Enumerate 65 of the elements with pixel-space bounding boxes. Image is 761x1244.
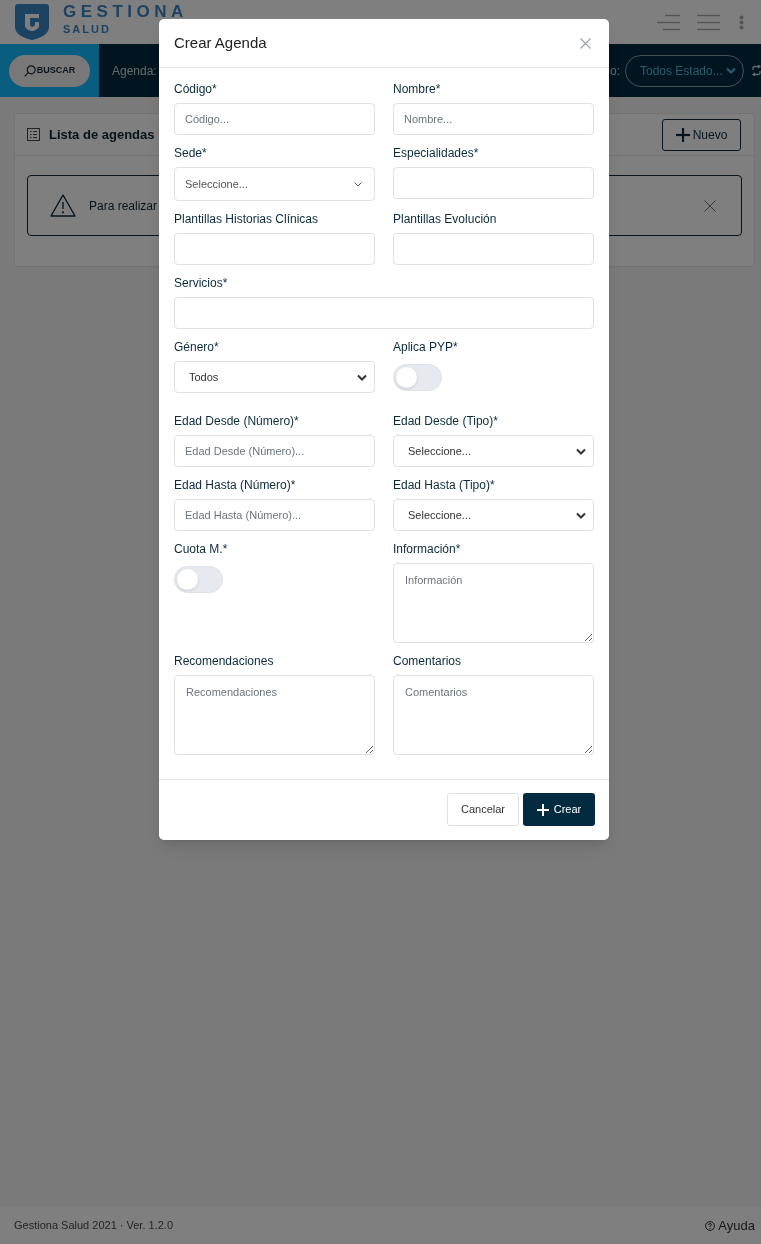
- more-vertical-icon[interactable]: [739, 14, 744, 30]
- field-label: Información*: [393, 541, 461, 557]
- select-field[interactable]: Seleccione...: [174, 167, 375, 201]
- text-input[interactable]: Edad Desde (Número)...: [174, 435, 375, 467]
- close-icon[interactable]: [580, 37, 591, 49]
- modal-title: Crear Agenda: [174, 32, 267, 53]
- help-icon: [705, 1220, 716, 1231]
- field-label: Plantillas Evolución: [393, 211, 497, 227]
- alert-text: Para realizar: [89, 197, 158, 215]
- create-button[interactable]: Crear: [523, 793, 595, 826]
- chevron-down-icon: [357, 373, 367, 381]
- field-label: Recomendaciones: [174, 653, 274, 669]
- text-input[interactable]: Edad Hasta (Número)...: [174, 499, 375, 531]
- logo-title: GESTIONA: [63, 3, 188, 20]
- help-link[interactable]: Ayuda: [705, 1215, 755, 1236]
- close-icon[interactable]: [704, 199, 716, 212]
- version-text: Gestiona Salud 2021 · Ver. 1.2.0: [14, 1218, 173, 1234]
- field-label: Cuota M.*: [174, 541, 228, 557]
- field-label: Edad Desde (Tipo)*: [393, 413, 498, 429]
- toggle-switch[interactable]: [393, 364, 442, 391]
- select-field[interactable]: Todos: [174, 361, 375, 393]
- warning-icon: [50, 194, 76, 217]
- text-input[interactable]: Nombre...: [393, 103, 594, 135]
- text-input[interactable]: [393, 167, 594, 199]
- field-label: Especialidades*: [393, 145, 479, 161]
- chevron-down-icon: [726, 67, 736, 74]
- field-label: Comentarios: [393, 653, 462, 669]
- select-field[interactable]: Seleccione...: [393, 499, 594, 531]
- new-button[interactable]: Nuevo: [662, 118, 741, 151]
- list-icon: [27, 128, 40, 141]
- toggle-switch[interactable]: [174, 566, 223, 593]
- logo-subtitle: SALUD: [63, 23, 112, 35]
- text-area[interactable]: Comentarios: [393, 675, 594, 755]
- menu-icon[interactable]: [697, 13, 720, 31]
- status-label: o:: [610, 62, 620, 80]
- plus-icon: [536, 803, 549, 816]
- agenda-label: Agenda:: [112, 62, 157, 80]
- cancel-button[interactable]: Cancelar: [447, 793, 519, 826]
- search-icon: [23, 64, 36, 77]
- field-label: Edad Hasta (Tipo)*: [393, 477, 495, 493]
- field-label: Género*: [174, 339, 219, 355]
- plus-icon: [675, 127, 690, 142]
- field-label: Servicios*: [174, 275, 228, 291]
- text-input[interactable]: Código...: [174, 103, 375, 135]
- field-label: Plantillas Historias Clínicas: [174, 211, 319, 227]
- card-title: Lista de agendas: [49, 125, 155, 144]
- align-right-icon[interactable]: [657, 13, 680, 31]
- chevron-down-icon: [576, 447, 586, 455]
- chevron-down-icon: [354, 181, 362, 187]
- shield-logo-icon: [14, 3, 50, 41]
- text-area[interactable]: Recomendaciones: [174, 675, 375, 755]
- refresh-icon[interactable]: [752, 65, 761, 76]
- field-label: Sede*: [174, 145, 207, 161]
- text-input[interactable]: [393, 233, 594, 265]
- field-label: Edad Desde (Número)*: [174, 413, 299, 429]
- select-field[interactable]: Seleccione...: [393, 435, 594, 467]
- field-label: Código*: [174, 81, 217, 97]
- field-label: Aplica PYP*: [393, 339, 458, 355]
- text-input[interactable]: [174, 233, 375, 265]
- text-area[interactable]: Información: [393, 563, 594, 643]
- field-label: Edad Hasta (Número)*: [174, 477, 296, 493]
- text-input[interactable]: [174, 297, 594, 329]
- search-button[interactable]: BUSCAR: [9, 54, 90, 87]
- field-label: Nombre*: [393, 81, 441, 97]
- chevron-down-icon: [576, 511, 586, 519]
